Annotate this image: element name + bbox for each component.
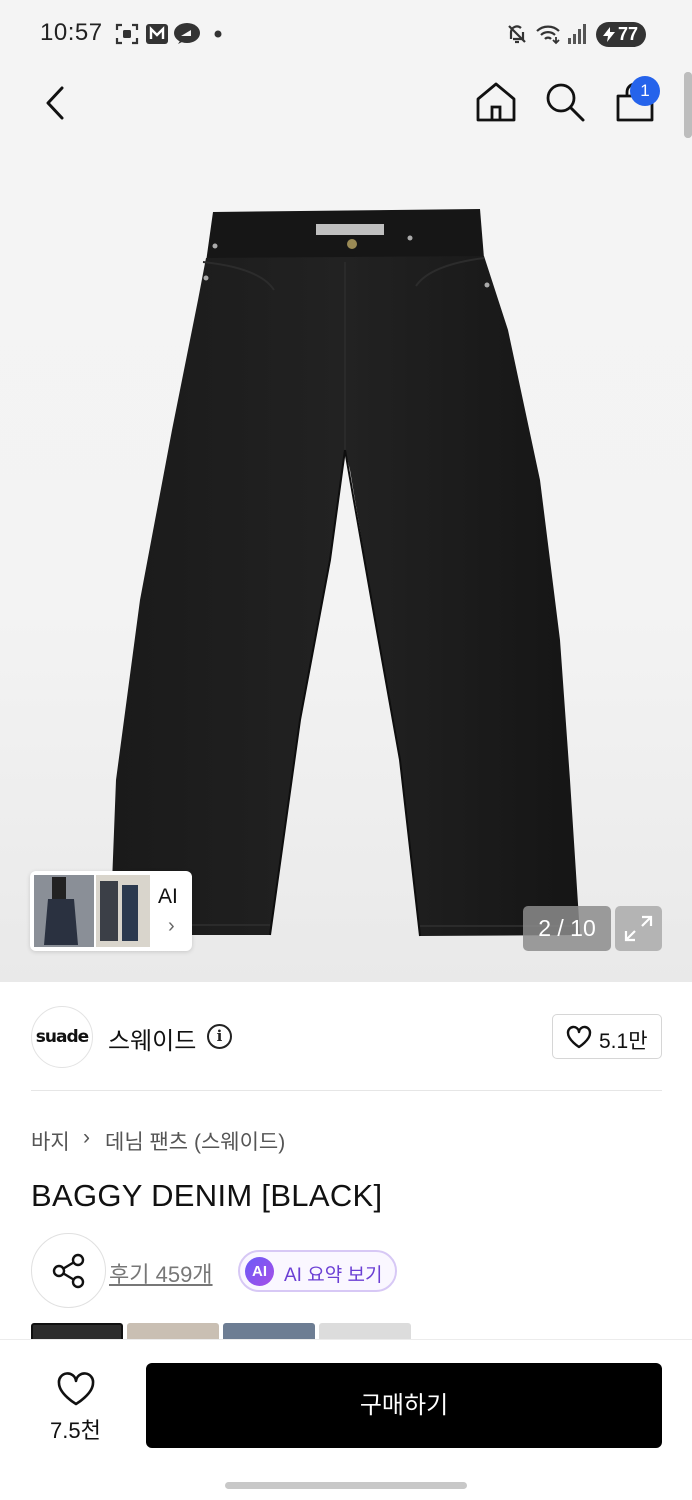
- product-gallery[interactable]: [0, 68, 692, 982]
- wishlist-count: 7.5천: [50, 1418, 101, 1443]
- home-indicator[interactable]: [225, 1482, 467, 1489]
- breadcrumb-separator-icon: ›: [83, 1126, 90, 1149]
- product-image: [110, 209, 580, 937]
- battery-indicator: 77: [596, 22, 646, 47]
- breadcrumb-subcategory[interactable]: 데님 팬츠 (스웨이드): [105, 1126, 285, 1156]
- ai-label: AI: [158, 885, 178, 908]
- brand-like-count: 5.1만: [599, 1030, 648, 1053]
- screenshot-icon: [115, 23, 139, 45]
- image-pager: 2 / 10: [523, 906, 611, 951]
- mute-icon: [508, 25, 526, 44]
- status-bar: 10:57 77: [0, 0, 692, 68]
- info-icon[interactable]: i: [207, 1024, 232, 1049]
- back-button[interactable]: [40, 84, 70, 122]
- chevron-right-icon: ›: [168, 915, 175, 937]
- breadcrumb-category[interactable]: 바지: [31, 1126, 70, 1156]
- wifi-icon: [536, 25, 560, 45]
- divider: [31, 1090, 662, 1091]
- ai-styling-thumbnails[interactable]: AI ›: [30, 871, 192, 951]
- battery-level: 77: [617, 24, 638, 44]
- gmail-icon: [146, 24, 168, 44]
- wishlist-heart-button[interactable]: [56, 1371, 96, 1407]
- product-title: BAGGY DENIM [BLACK]: [31, 1178, 383, 1213]
- ai-summary-button[interactable]: AI AI 요약 보기: [238, 1250, 397, 1292]
- ai-summary-label: AI 요약 보기: [284, 1265, 383, 1286]
- review-link[interactable]: 후기 459개: [109, 1257, 213, 1289]
- search-button[interactable]: [543, 80, 587, 124]
- cart-count-badge: 1: [630, 76, 660, 106]
- ai-badge: AI: [245, 1257, 274, 1286]
- styling-photo-thumbnails: [34, 875, 150, 947]
- brand-logo[interactable]: suade: [31, 1006, 93, 1068]
- share-button[interactable]: [31, 1233, 106, 1308]
- charging-icon: [603, 27, 615, 42]
- signal-icon: [568, 24, 586, 44]
- buy-button[interactable]: 구매하기: [146, 1363, 662, 1448]
- brand-name[interactable]: 스웨이드: [108, 1021, 196, 1056]
- page-scrollbar[interactable]: [684, 72, 692, 138]
- heart-icon: [566, 1025, 592, 1049]
- expand-image-button[interactable]: [615, 906, 662, 951]
- dot-icon: [214, 30, 222, 38]
- status-time: 10:57: [40, 19, 103, 46]
- share-icon: [52, 1253, 85, 1289]
- kakao-icon: [174, 23, 200, 44]
- home-button[interactable]: [474, 80, 518, 124]
- brand-like-button[interactable]: 5.1만: [552, 1014, 662, 1059]
